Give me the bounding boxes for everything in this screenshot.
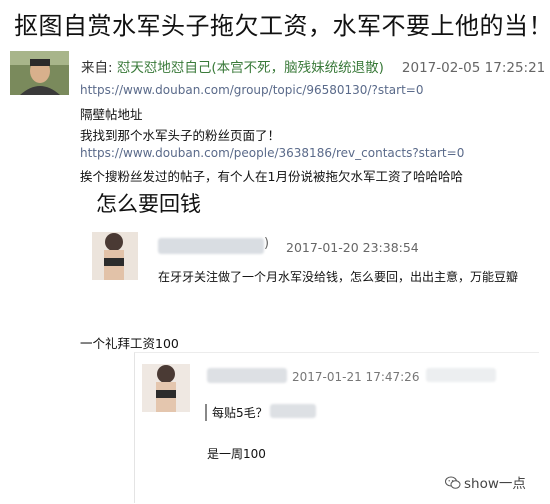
blurred-username bbox=[158, 238, 264, 254]
quoted-post-title[interactable]: 怎么要回钱 bbox=[96, 188, 201, 218]
author-name[interactable]: 怼天怼地怼自己(本宫不死，脑残妹统统退散) bbox=[117, 60, 384, 76]
topic-link[interactable]: https://www.douban.com/group/topic/96580… bbox=[80, 83, 423, 97]
post-title: 抠图自赏水军头子拖欠工资，水军不要上他的当！ bbox=[14, 12, 550, 40]
quoted-author-avatar[interactable] bbox=[92, 232, 138, 280]
watermark-text: show一点 bbox=[464, 476, 526, 492]
weekly-wage-label: 一个礼拜工资100 bbox=[80, 336, 179, 351]
avatar-photo-icon bbox=[92, 232, 138, 280]
contacts-link[interactable]: https://www.douban.com/people/3638186/re… bbox=[80, 146, 464, 160]
avatar-photo-icon bbox=[142, 364, 190, 412]
wechat-icon bbox=[445, 476, 461, 489]
quoted-timestamp: 2017-01-20 23:38:54 bbox=[286, 240, 419, 255]
body-line-1: 隔壁帖地址 bbox=[80, 107, 143, 122]
author-avatar[interactable] bbox=[10, 51, 69, 95]
blurred-username bbox=[207, 368, 287, 383]
watermark: show一点 bbox=[445, 472, 526, 492]
avatar-photo-icon bbox=[10, 51, 69, 95]
blurred-quote-text bbox=[270, 404, 316, 418]
body-line-3: 挨个搜粉丝发过的帖子，有个人在1月份说被拖欠水军工资了哈哈哈哈 bbox=[80, 169, 463, 184]
reply-text: 是一周100 bbox=[207, 447, 266, 461]
body-line-2: 我找到那个水军头子的粉丝页面了！ bbox=[80, 128, 281, 143]
from-label: 来自: bbox=[81, 60, 117, 76]
reply-author-avatar[interactable] bbox=[142, 364, 190, 412]
reply-quote: 每贴5毛？ bbox=[205, 404, 268, 421]
blurred-reply-action bbox=[426, 368, 496, 382]
reply-timestamp: 2017-01-21 17:47:26 bbox=[292, 370, 420, 384]
quoted-post-text: 在牙牙关注做了一个月水军没给钱，怎么要回，出出主意，万能豆瓣 bbox=[158, 270, 519, 284]
post-meta: 来自: 怼天怼地怼自己(本宫不死，脑残妹统统退散) 2017-02-05 17:2… bbox=[81, 56, 545, 76]
username-paren: ) bbox=[264, 236, 270, 251]
post-timestamp: 2017-02-05 17:25:21 bbox=[401, 60, 546, 76]
